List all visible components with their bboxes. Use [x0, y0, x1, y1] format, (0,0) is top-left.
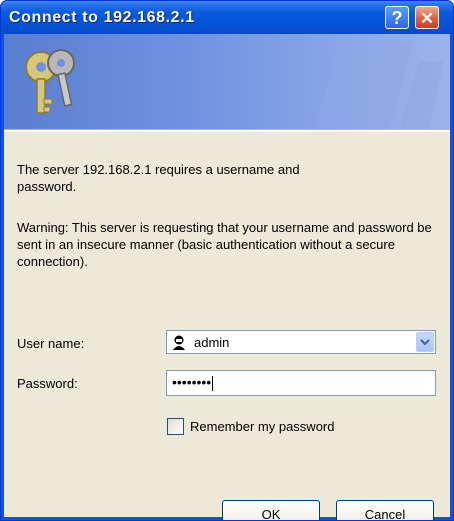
server-message: The server 192.168.2.1 requires a userna… [17, 162, 300, 194]
title-bar[interactable]: Connect to 192.168.2.1 ? ✕ [1, 1, 453, 34]
warning-message: Warning: This server is requesting that … [17, 220, 432, 269]
password-value: •••••••• [172, 374, 214, 391]
window-title: Connect to 192.168.2.1 [9, 9, 195, 26]
ok-button[interactable]: OK [222, 500, 320, 520]
user-icon [173, 335, 185, 350]
username-value: admin [194, 335, 230, 350]
password-label: Password: [17, 376, 78, 391]
dialog-banner [4, 34, 450, 129]
keys-icon [25, 49, 75, 114]
login-dialog: Connect to 192.168.2.1 ? ✕ The server 19… [0, 0, 454, 521]
password-field[interactable]: •••••••• [166, 370, 436, 396]
username-label: User name: [17, 336, 85, 351]
chevron-down-icon [420, 339, 430, 346]
username-combobox[interactable]: admin [166, 330, 436, 354]
remember-password-checkbox[interactable] [167, 418, 184, 435]
banner-watermark-icon [314, 41, 444, 129]
close-button[interactable]: ✕ [415, 6, 439, 29]
cancel-button[interactable]: Cancel [336, 500, 434, 520]
help-button[interactable]: ? [385, 6, 409, 29]
dialog-body: The server 192.168.2.1 requires a userna… [4, 34, 450, 520]
remember-password-label[interactable]: Remember my password [190, 419, 335, 434]
username-dropdown-button[interactable] [416, 332, 434, 352]
banner-divider [4, 129, 450, 132]
text-caret [212, 375, 214, 391]
